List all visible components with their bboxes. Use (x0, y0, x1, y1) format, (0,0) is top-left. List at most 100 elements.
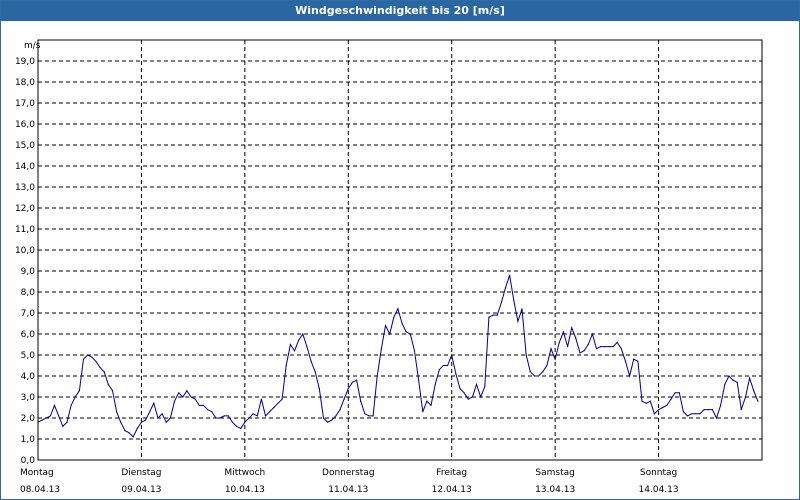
data-point (504, 287, 507, 289)
data-point (244, 421, 246, 423)
data-point (132, 436, 134, 438)
data-point (591, 333, 594, 335)
data-point (484, 385, 486, 388)
data-point (285, 364, 287, 367)
data-point (595, 348, 598, 350)
data-point (248, 417, 250, 419)
y-tick-label: 11,0 (15, 225, 35, 235)
data-point (600, 346, 602, 348)
x-tick-date-label: 11.04.13 (328, 485, 368, 495)
y-tick-label: 18,0 (15, 78, 35, 88)
data-point (198, 404, 200, 406)
data-point (202, 404, 205, 406)
x-tick-day-label: Montag (20, 468, 54, 478)
data-point (612, 346, 614, 348)
data-point (418, 379, 420, 381)
data-point (662, 406, 664, 409)
data-point (637, 360, 639, 362)
data-point (455, 373, 457, 375)
data-point (509, 274, 511, 276)
data-point (496, 314, 498, 316)
data-point (488, 316, 490, 318)
data-point (223, 415, 225, 417)
data-point (753, 390, 755, 392)
x-tick-day-label: Dienstag (121, 468, 161, 478)
y-tick-label: 9,0 (21, 267, 36, 277)
data-point (467, 398, 469, 400)
data-point (492, 314, 494, 316)
data-point (70, 404, 72, 406)
data-point (74, 396, 76, 398)
data-point (194, 398, 196, 400)
data-point (331, 419, 333, 421)
data-point (161, 413, 163, 415)
data-point (393, 316, 395, 318)
data-point (711, 409, 714, 411)
data-point (314, 371, 316, 373)
data-point (45, 417, 47, 419)
data-point (128, 432, 130, 434)
data-point (542, 371, 544, 373)
data-point (666, 404, 668, 406)
data-point (380, 348, 382, 350)
data-point (471, 396, 473, 398)
data-point (215, 417, 217, 419)
data-point (327, 421, 329, 423)
data-point (463, 392, 465, 394)
data-point (120, 421, 122, 423)
y-tick-label: 14,0 (15, 162, 35, 172)
y-tick-label: 12,0 (15, 204, 35, 214)
data-point (49, 415, 52, 417)
data-point (695, 413, 697, 415)
data-point (604, 346, 606, 348)
data-point (670, 398, 672, 400)
data-point (165, 421, 167, 423)
data-point (231, 421, 233, 423)
data-point (153, 402, 155, 404)
data-point (558, 341, 560, 343)
data-point (157, 417, 159, 419)
data-point (720, 404, 722, 406)
data-point (624, 360, 627, 362)
data-point (409, 333, 411, 335)
data-point (372, 415, 374, 417)
data-point (401, 322, 403, 325)
data-point (53, 404, 56, 406)
data-point (703, 409, 705, 411)
data-point (550, 348, 552, 350)
x-tick-day-label: Samstag (535, 468, 574, 478)
data-point (475, 383, 478, 385)
y-axis-unit-label: m/s (24, 41, 41, 51)
y-tick-label: 0,0 (21, 456, 36, 466)
data-point (335, 415, 337, 417)
data-points (37, 274, 759, 438)
data-point (91, 356, 93, 358)
data-point (567, 346, 569, 348)
x-tick-day-label: Mittwoch (224, 468, 265, 478)
data-point (111, 390, 114, 392)
x-tick-day-label: Sonntag (640, 468, 677, 478)
data-point (575, 337, 577, 339)
data-point (608, 346, 610, 348)
data-point (641, 400, 643, 402)
wind-speed-chart: 0,0 1,0 2,0 3,0 4,0 5,0 6,0 7,0 8,0 9,0 10,0 11,0 12… (15, 39, 763, 495)
y-tick-label: 15,0 (15, 141, 35, 151)
data-point (674, 392, 676, 394)
data-point (649, 400, 651, 402)
data-point (686, 415, 689, 417)
data-point (236, 425, 238, 427)
data-point (364, 413, 366, 415)
grid-lines (38, 40, 762, 460)
data-point (145, 419, 147, 421)
data-point (546, 364, 548, 367)
data-point (41, 419, 43, 421)
data-point (517, 320, 519, 322)
data-point (405, 331, 407, 333)
x-tick-date-label: 12.04.13 (432, 485, 472, 495)
data-point (583, 350, 585, 352)
data-point (136, 427, 138, 430)
data-point (736, 381, 738, 383)
data-point (691, 413, 693, 415)
y-tick-label: 5,0 (21, 351, 36, 361)
data-point (66, 421, 68, 423)
